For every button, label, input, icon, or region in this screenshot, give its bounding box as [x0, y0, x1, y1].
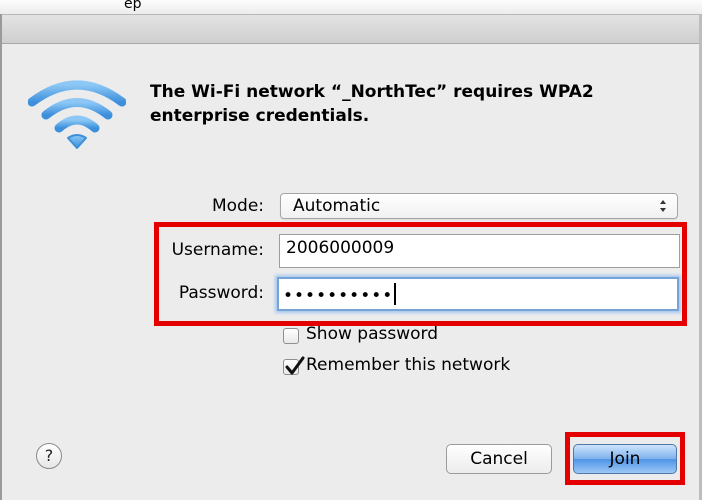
mode-label: Mode: [211, 196, 264, 216]
credentials-highlight-box [154, 222, 687, 326]
menu-bar: ep [0, 0, 702, 15]
popup-arrows-icon [658, 197, 668, 215]
menu-bar-text: ep [124, 0, 142, 12]
join-highlight-box [565, 432, 685, 485]
mode-select[interactable]: Automatic [280, 193, 678, 219]
help-icon: ? [44, 446, 54, 465]
remember-network-checkbox[interactable] [283, 356, 305, 375]
wifi-icon [27, 78, 127, 152]
remember-network-label: Remember this network [306, 355, 511, 375]
window-frame-left [0, 14, 2, 500]
cancel-button[interactable]: Cancel [446, 444, 552, 474]
checkmark-icon [285, 356, 305, 375]
dialog-message: The Wi-Fi network “_NorthTec” requires W… [150, 82, 594, 126]
show-password-label: Show password [306, 324, 438, 344]
dialog-titlebar [0, 15, 702, 44]
help-button[interactable]: ? [36, 443, 62, 469]
show-password-checkbox[interactable] [283, 328, 299, 344]
mode-select-value: Automatic [293, 196, 381, 216]
